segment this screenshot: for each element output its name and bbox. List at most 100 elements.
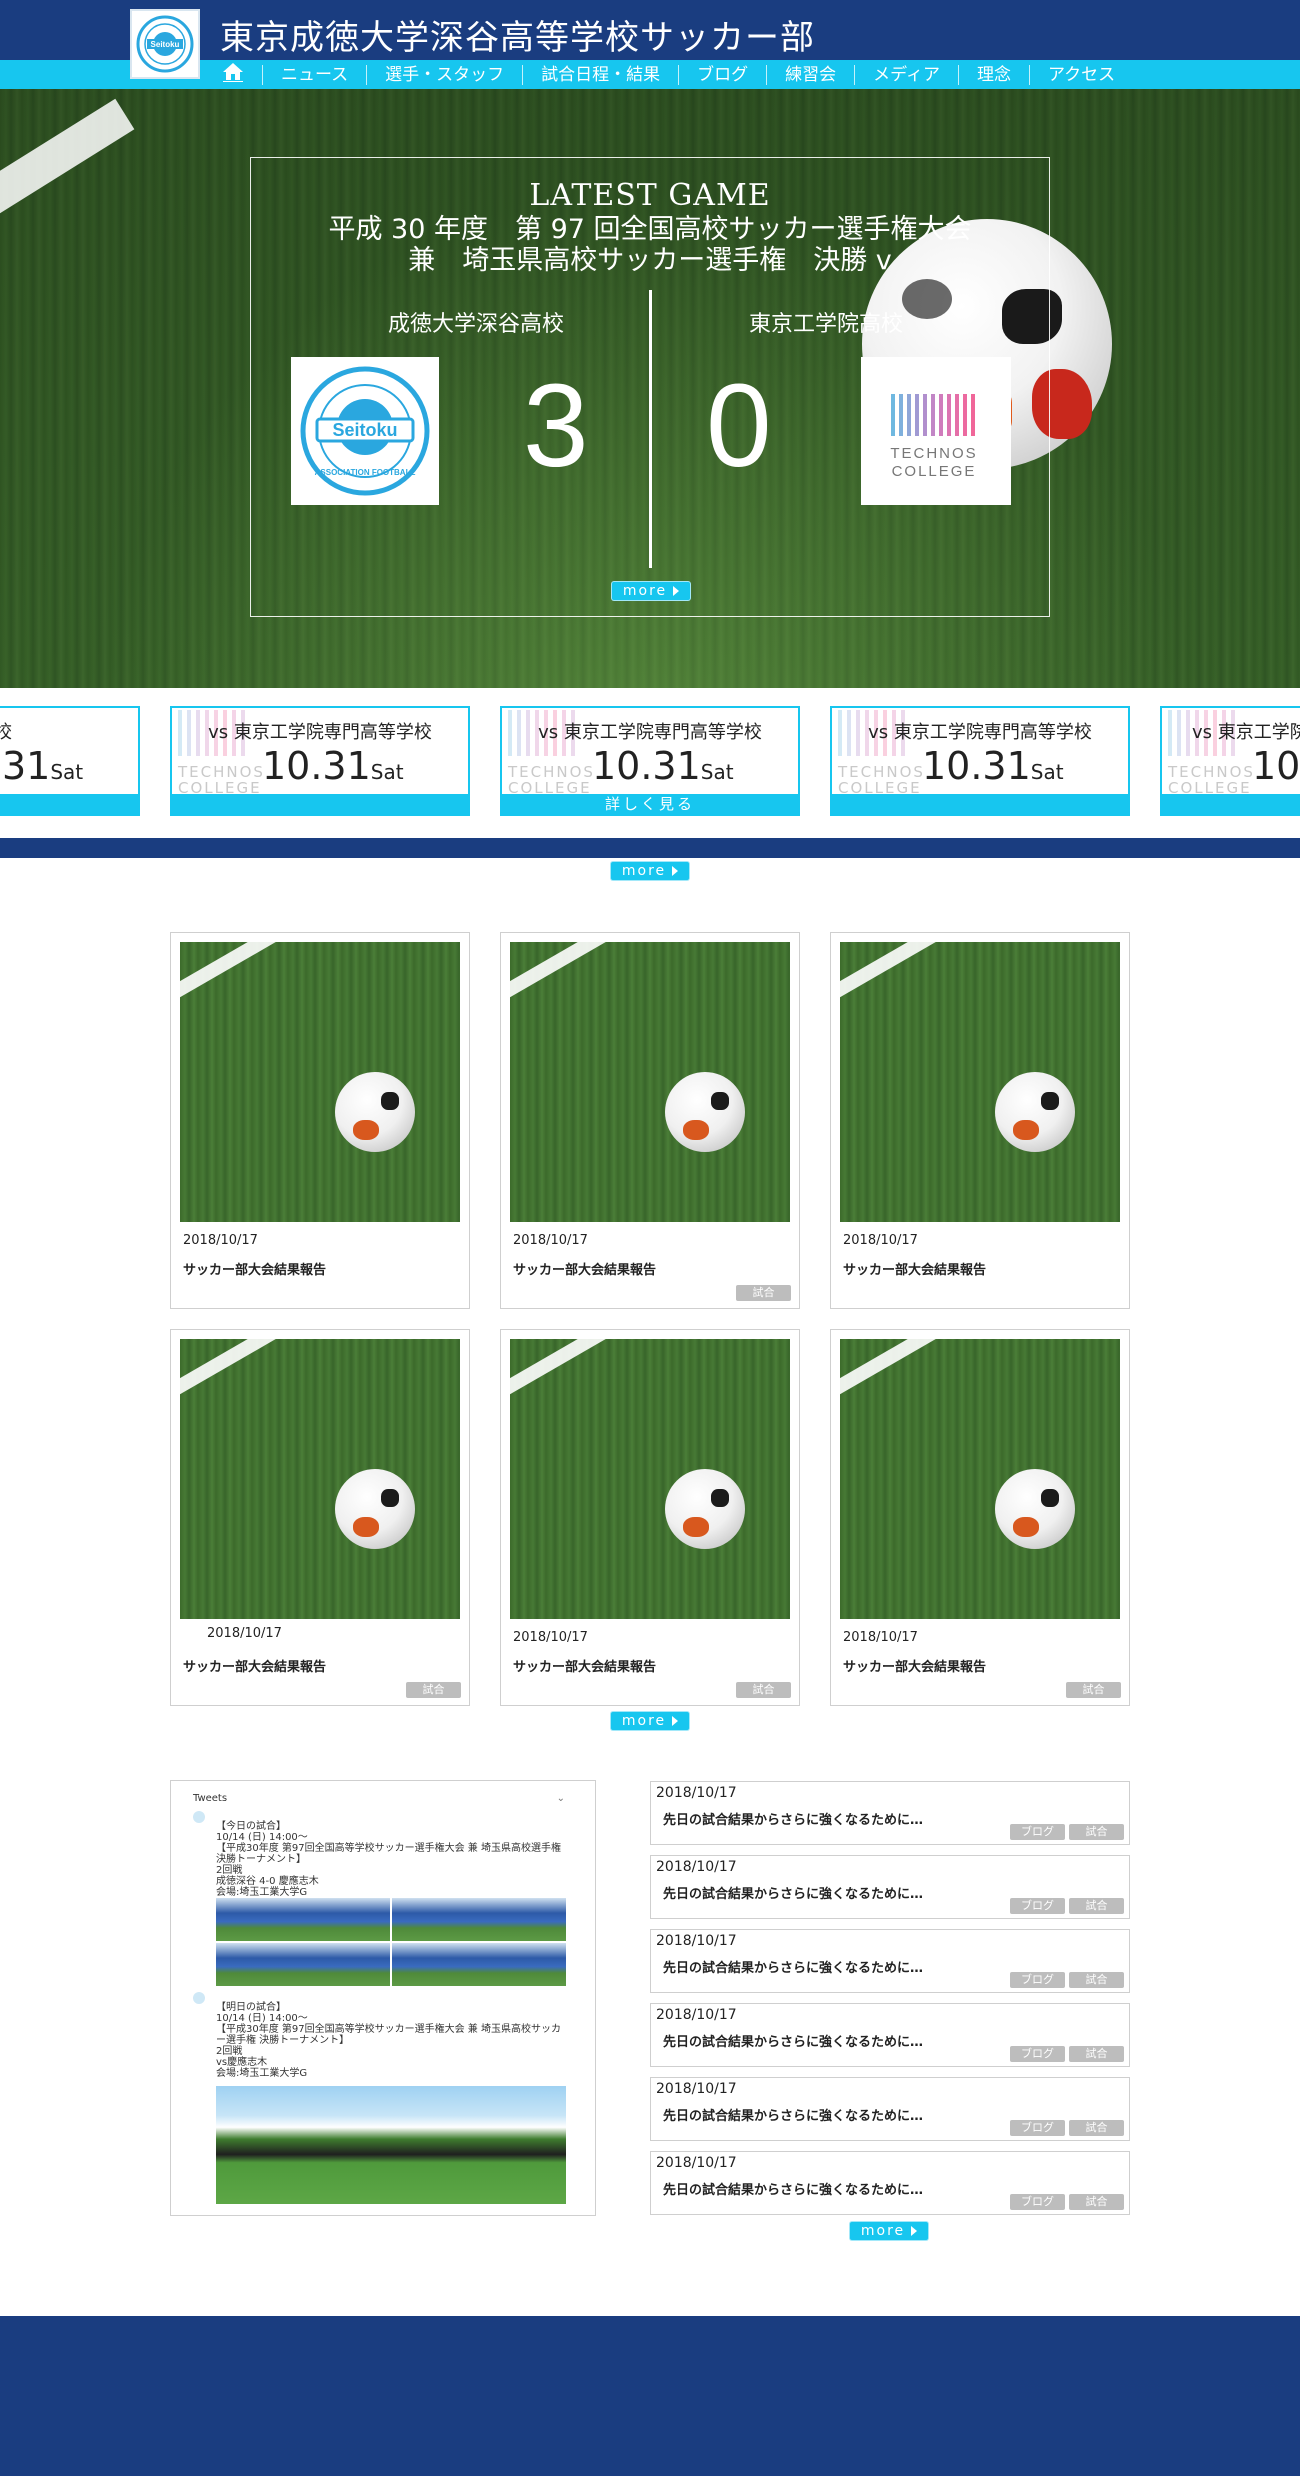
- tag-blog[interactable]: ブログ: [1010, 2046, 1065, 2062]
- news-card[interactable]: 2018/10/17 サッカー部大会結果報告 試合: [830, 1329, 1130, 1706]
- nav-item-media[interactable]: メディア: [854, 64, 958, 85]
- page: 東京成徳大学深谷高等学校サッカー部 Seitoku ニュース 選手・スタッフ 試…: [0, 0, 1300, 2476]
- match-date-value: 10.31: [922, 744, 1031, 788]
- more-label: more: [621, 1713, 667, 1729]
- nav-item-blog[interactable]: ブログ: [678, 64, 766, 85]
- seitoku-emblem-icon: Seitoku: [136, 15, 194, 73]
- more-label: more: [860, 2223, 906, 2239]
- technos-watermark: TECHNOS COLLEGE: [1168, 763, 1255, 797]
- tweet-team-photo[interactable]: [216, 2086, 566, 2204]
- news-tag[interactable]: 試合: [736, 1285, 791, 1301]
- site-title[interactable]: 東京成徳大学深谷高等学校サッカー部: [220, 10, 815, 59]
- schedule-carousel[interactable]: 門高等学校 31Sat TECHNOSCOLLEGE vs 東京工学院専門高等学…: [0, 706, 1300, 818]
- blog-date: 2018/10/17: [656, 1933, 737, 1949]
- match-card[interactable]: TECHNOS COLLEGE vs 東京工学院専門高等学校 10.31Sat 詳…: [500, 706, 800, 816]
- news-card[interactable]: 2018/10/17 サッカー部大会結果報告: [170, 932, 470, 1309]
- news-card[interactable]: 2018/10/17 サッカー部大会結果報告 試合: [500, 932, 800, 1309]
- match-date: 10.31Sat: [262, 744, 404, 788]
- tag-blog[interactable]: ブログ: [1010, 2194, 1065, 2210]
- blog-title: 先日の試合結果からさらに強くなるために…: [663, 1961, 924, 1976]
- latest-game-panel: LATEST GAME 平成 30 年度 第 97 回全国高校サッカー選手権大会…: [250, 157, 1050, 617]
- score-divider: [649, 290, 652, 568]
- match-card[interactable]: TECHNOS COLLEGE vs 東京工学院専門高等学校 10.31Sat: [170, 706, 470, 816]
- tag-match[interactable]: 試合: [1069, 2046, 1124, 2062]
- away-logo-text-2: COLLEGE: [892, 463, 977, 480]
- blog-item[interactable]: 2018/10/17 先日の試合結果からさらに強くなるために… ブログ 試合: [650, 2151, 1130, 2215]
- twitter-menu-icon[interactable]: ⌄: [557, 1793, 565, 1804]
- nav-item-schedule-results[interactable]: 試合日程・結果: [522, 64, 678, 85]
- tag-match[interactable]: 試合: [1069, 2120, 1124, 2136]
- technos-watermark: TECHNOS COLLEGE: [838, 763, 925, 797]
- match-card[interactable]: 門高等学校 31Sat: [0, 706, 140, 816]
- nav-item-practice[interactable]: 練習会: [766, 64, 854, 85]
- match-card-footer: [0, 794, 138, 814]
- nav-home[interactable]: [210, 62, 262, 87]
- match-day: Sat: [370, 760, 404, 784]
- tag-match[interactable]: 試合: [1069, 1824, 1124, 1840]
- news-date: 2018/10/17: [207, 1626, 282, 1641]
- blog-item[interactable]: 2018/10/17 先日の試合結果からさらに強くなるために… ブログ 試合: [650, 1929, 1130, 1993]
- match-card[interactable]: TECHNOS COLLEGE vs 東京工学院専門高等学校 10.31Sat: [830, 706, 1130, 816]
- news-tag[interactable]: 試合: [1066, 1682, 1121, 1698]
- nav-item-players-staff[interactable]: 選手・スタッフ: [366, 64, 522, 85]
- news-tag[interactable]: 試合: [736, 1682, 791, 1698]
- news-tag[interactable]: 試合: [406, 1682, 461, 1698]
- blog-title: 先日の試合結果からさらに強くなるために…: [663, 2109, 924, 2124]
- blog-item[interactable]: 2018/10/17 先日の試合結果からさらに強くなるために… ブログ 試合: [650, 1855, 1130, 1919]
- tag-match[interactable]: 試合: [1069, 2194, 1124, 2210]
- match-details-link[interactable]: 詳しく見る: [502, 794, 798, 814]
- twitter-header: Tweets: [193, 1793, 228, 1804]
- tag-blog[interactable]: ブログ: [1010, 1972, 1065, 1988]
- tweet-photo-grid[interactable]: [216, 1898, 566, 1986]
- blog-date: 2018/10/17: [656, 2007, 737, 2023]
- news-card[interactable]: 2018/10/17 サッカー部大会結果報告 試合: [170, 1329, 470, 1706]
- technos-college-logo-icon: TECHNOS COLLEGE: [890, 394, 977, 480]
- match-date-value: 10.31: [592, 744, 701, 788]
- away-score: 0: [706, 360, 772, 492]
- tag-blog[interactable]: ブログ: [1010, 2120, 1065, 2136]
- blog-date: 2018/10/17: [656, 1785, 737, 1801]
- tag-blog[interactable]: ブログ: [1010, 1898, 1065, 1914]
- site-logo[interactable]: Seitoku: [130, 9, 200, 79]
- blog-date: 2018/10/17: [656, 1859, 737, 1875]
- news-card[interactable]: 2018/10/17 サッカー部大会結果報告 試合: [500, 1329, 800, 1706]
- tag-blog[interactable]: ブログ: [1010, 1824, 1065, 1840]
- blog-item[interactable]: 2018/10/17 先日の試合結果からさらに強くなるために… ブログ 試合: [650, 2077, 1130, 2141]
- twitter-timeline[interactable]: Tweets ⌄ 【今日の試合】 10/14 (日) 14:00〜 【平成30年…: [170, 1780, 596, 2216]
- news-title: サッカー部大会結果報告: [183, 1660, 327, 1675]
- blog-date: 2018/10/17: [656, 2155, 737, 2171]
- away-team-logo: TECHNOS COLLEGE: [861, 357, 1011, 505]
- blog-more-button[interactable]: more: [849, 2221, 929, 2241]
- logo-text: Seitoku: [151, 40, 180, 49]
- nav-item-news[interactable]: ニュース: [262, 64, 366, 85]
- game-title: 平成 30 年度 第 97 回全国高校サッカー選手権大会 兼 埼玉県高校サッカー…: [251, 214, 1049, 276]
- tag-match[interactable]: 試合: [1069, 1898, 1124, 1914]
- blog-item[interactable]: 2018/10/17 先日の試合結果からさらに強くなるために… ブログ 試合: [650, 1781, 1130, 1845]
- game-title-line1: 平成 30 年度 第 97 回全国高校サッカー選手権大会: [328, 214, 972, 245]
- blog-item[interactable]: 2018/10/17 先日の試合結果からさらに強くなるために… ブログ 試合: [650, 2003, 1130, 2067]
- news-more-button[interactable]: more: [610, 1711, 690, 1731]
- news-title: サッカー部大会結果報告: [183, 1263, 327, 1278]
- technos-watermark: TECHNOS COLLEGE: [178, 763, 265, 797]
- match-opponent: 門高等学校: [0, 718, 12, 744]
- schedule-more-button[interactable]: more: [610, 861, 690, 881]
- match-date-value: 10.: [1252, 744, 1300, 788]
- blog-title: 先日の試合結果からさらに強くなるために…: [663, 2183, 924, 2198]
- seitoku-crest-icon: Seitoku ASSOCIATION FOOTBALL: [300, 366, 430, 496]
- news-title: サッカー部大会結果報告: [513, 1660, 657, 1675]
- latest-game-more-button[interactable]: more: [611, 581, 691, 601]
- match-card[interactable]: TECHNOSCOLLEGE vs 東京工学院 10.: [1160, 706, 1300, 816]
- news-card[interactable]: 2018/10/17 サッカー部大会結果報告: [830, 932, 1130, 1309]
- news-photo: [510, 1339, 790, 1619]
- latest-game-label: LATEST GAME: [529, 178, 771, 213]
- tag-match[interactable]: 試合: [1069, 1972, 1124, 1988]
- news-title: サッカー部大会結果報告: [843, 1263, 987, 1278]
- game-title-line2: 兼 埼玉県高校サッカー選手権 決勝 v: [408, 245, 892, 276]
- nav-item-philosophy[interactable]: 理念: [957, 64, 1029, 85]
- news-title: サッカー部大会結果報告: [513, 1263, 657, 1278]
- home-logo-subtext: ASSOCIATION FOOTBALL: [315, 468, 416, 477]
- nav-item-access[interactable]: アクセス: [1028, 64, 1133, 85]
- news-date: 2018/10/17: [183, 1233, 258, 1248]
- match-opponent: vs 東京工学院専門高等学校: [868, 722, 1092, 743]
- match-opponent: vs 東京工学院専門高等学校: [538, 722, 762, 743]
